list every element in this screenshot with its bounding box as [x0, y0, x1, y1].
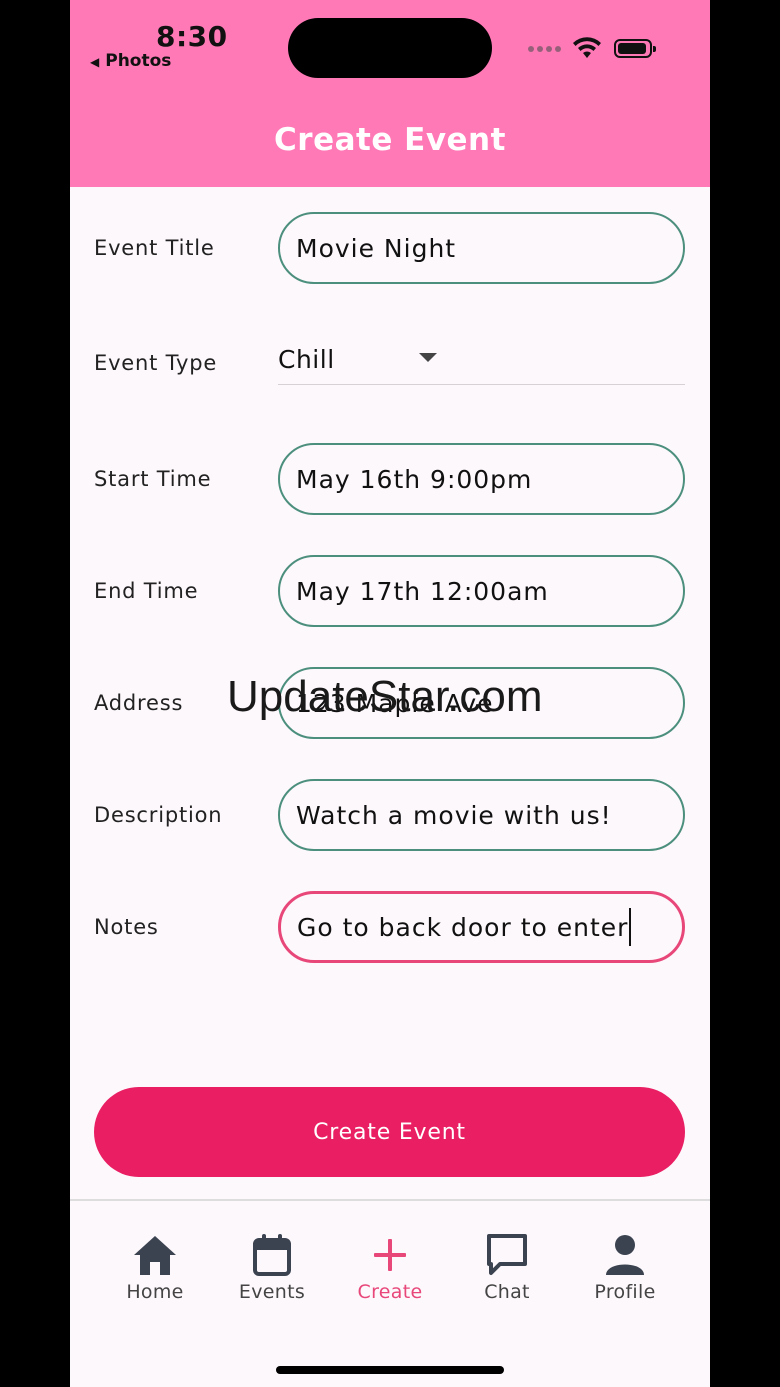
bottom-nav: Home Events Create Chat Profile — [70, 1199, 710, 1387]
event-title-label: Event Title — [94, 236, 215, 260]
cellular-signal-icon — [528, 46, 561, 52]
app-header: 8:30 ◀ Photos Create Event — [70, 0, 710, 187]
address-label: Address — [94, 691, 184, 715]
status-time: 8:30 — [156, 20, 228, 53]
status-icons — [528, 36, 658, 60]
address-row: Address 123 Maple Ave — [70, 667, 710, 739]
event-title-input[interactable]: Movie Night — [278, 212, 685, 284]
description-input[interactable]: Watch a movie with us! — [278, 779, 685, 851]
person-icon — [606, 1235, 644, 1275]
nav-label-home: Home — [126, 1281, 184, 1303]
back-label: Photos — [105, 51, 172, 71]
nav-item-profile[interactable]: Profile — [570, 1231, 680, 1303]
start-time-row: Start Time May 16th 9:00pm — [70, 443, 710, 515]
description-value: Watch a movie with us! — [296, 800, 612, 830]
nav-label-chat: Chat — [484, 1281, 530, 1303]
end-time-row: End Time May 17th 12:00am — [70, 555, 710, 627]
description-row: Description Watch a movie with us! — [70, 779, 710, 851]
start-time-label: Start Time — [94, 467, 212, 491]
nav-item-chat[interactable]: Chat — [452, 1231, 562, 1303]
home-indicator[interactable] — [276, 1366, 504, 1374]
plus-icon — [374, 1239, 406, 1271]
start-time-value: May 16th 9:00pm — [296, 464, 533, 494]
event-type-row: Event Type Chill — [70, 327, 710, 399]
phone-screen: 8:30 ◀ Photos Create Event Event Title Mo… — [70, 0, 710, 1387]
event-type-label: Event Type — [94, 351, 218, 375]
notes-value: Go to back door to enter — [297, 912, 629, 942]
calendar-icon — [253, 1234, 291, 1276]
event-title-value: Movie Night — [296, 233, 457, 263]
start-time-input[interactable]: May 16th 9:00pm — [278, 443, 685, 515]
event-type-dropdown[interactable]: Chill — [278, 335, 685, 385]
back-triangle-icon: ◀ — [90, 55, 100, 69]
event-type-value: Chill — [278, 345, 335, 374]
address-input[interactable]: 123 Maple Ave — [278, 667, 685, 739]
end-time-value: May 17th 12:00am — [296, 576, 549, 606]
battery-icon — [614, 39, 656, 58]
notes-label: Notes — [94, 915, 159, 939]
nav-item-events[interactable]: Events — [217, 1231, 327, 1303]
nav-item-create[interactable]: Create — [335, 1231, 445, 1303]
nav-item-home[interactable]: Home — [100, 1231, 210, 1303]
back-to-photos-link[interactable]: ◀ Photos — [90, 51, 171, 71]
home-icon — [134, 1236, 176, 1275]
dropdown-arrow-icon — [419, 353, 437, 362]
notes-input[interactable]: Go to back door to enter — [278, 891, 685, 963]
description-label: Description — [94, 803, 223, 827]
chat-icon — [487, 1234, 527, 1275]
end-time-label: End Time — [94, 579, 199, 603]
page-title: Create Event — [274, 122, 506, 158]
text-caret — [629, 908, 632, 946]
address-value: 123 Maple Ave — [296, 688, 494, 718]
nav-label-events: Events — [238, 1281, 306, 1303]
end-time-input[interactable]: May 17th 12:00am — [278, 555, 685, 627]
dynamic-island — [288, 18, 492, 78]
notes-row: Notes Go to back door to enter — [70, 891, 710, 963]
nav-label-create: Create — [357, 1281, 423, 1303]
nav-label-profile: Profile — [594, 1281, 656, 1303]
event-title-row: Event Title Movie Night — [70, 212, 710, 284]
create-event-button[interactable]: Create Event — [94, 1087, 685, 1177]
wifi-icon — [573, 37, 601, 58]
